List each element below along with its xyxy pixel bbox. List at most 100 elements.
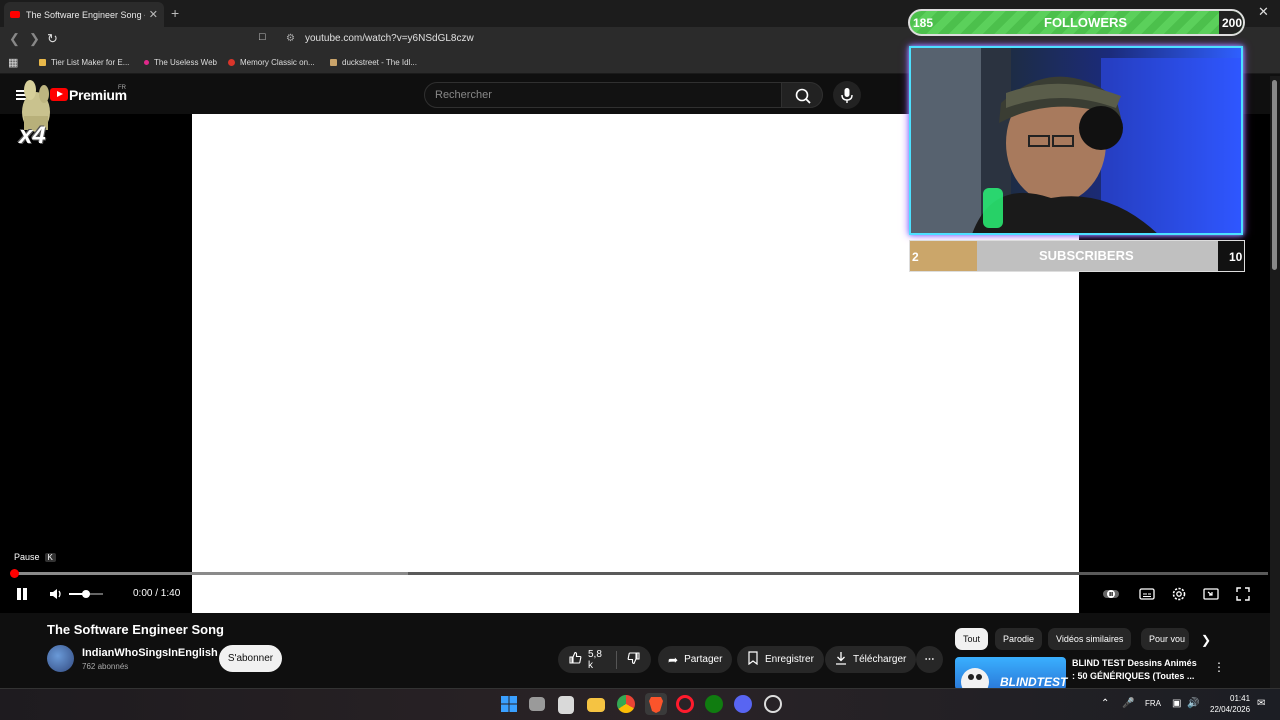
dislike-icon[interactable]: [627, 651, 641, 668]
volume-slider-handle[interactable]: [82, 590, 90, 598]
chips-next-icon[interactable]: ❯: [1201, 633, 1211, 647]
channel-avatar[interactable]: [47, 645, 74, 672]
chip-tout[interactable]: Tout: [955, 628, 989, 650]
tooltip-shortcut-key: K: [44, 552, 56, 562]
clock-time: 01:41: [1230, 694, 1251, 703]
window-close-icon[interactable]: ✕: [1258, 4, 1269, 20]
brave-icon[interactable]: [645, 693, 667, 715]
progress-scrubber[interactable]: [10, 569, 19, 578]
share-button[interactable]: ➦ Partager: [658, 646, 733, 673]
tab-title: The Software Engineer Song - Yo: [26, 9, 145, 20]
followers-current: 185: [913, 16, 934, 30]
followers-label: FOLLOWERS: [1044, 15, 1128, 30]
clock-date: 22/04/2026: [1210, 705, 1251, 714]
back-icon[interactable]: ❮: [9, 31, 20, 47]
like-count[interactable]: 5,8 k: [588, 649, 608, 671]
channel-name[interactable]: IndianWhoSingsInEnglish: [82, 647, 218, 659]
bookmark-tier-list[interactable]: Tier List Maker for E...: [39, 58, 129, 67]
autoplay-toggle-icon[interactable]: [1103, 586, 1119, 602]
discord-icon[interactable]: [734, 695, 752, 713]
like-dislike-group: 5,8 k: [558, 646, 651, 673]
browser-tab[interactable]: The Software Engineer Song - Yo ✕: [4, 2, 164, 27]
settings-icon[interactable]: [1171, 586, 1187, 602]
chip-parodie[interactable]: Parodie: [995, 628, 1043, 650]
like-divider: [616, 650, 617, 669]
chip-pour-vous[interactable]: Pour vou: [1141, 628, 1189, 650]
more-actions-icon[interactable]: ⋯: [916, 646, 943, 673]
bookmark-favicon-icon: [228, 59, 235, 66]
progress-buffered: [12, 572, 408, 575]
subscribers-goal: 10: [1229, 250, 1243, 264]
download-icon: [835, 651, 847, 668]
windows-start-icon[interactable]: [500, 695, 518, 713]
tab-close-icon[interactable]: ✕: [149, 8, 158, 21]
download-label: Télécharger: [853, 654, 907, 665]
pause-tooltip: Pause K: [14, 552, 56, 562]
microphone-tray-icon[interactable]: 🎤: [1122, 698, 1134, 709]
site-info-icon[interactable]: ⚙: [286, 33, 295, 44]
region-label: FR: [118, 85, 126, 91]
miniplayer-icon[interactable]: [1203, 586, 1219, 602]
tray-overflow-icon[interactable]: ⌃: [1101, 698, 1109, 709]
channel-subscriber-count: 762 abonnés: [82, 662, 129, 671]
recommendation-menu-icon[interactable]: ⋮: [1213, 660, 1225, 674]
pause-button[interactable]: [15, 587, 29, 601]
bookmark-favicon-icon: [330, 59, 337, 66]
share-icon: ➦: [668, 652, 679, 667]
voice-search-button[interactable]: [833, 81, 861, 109]
opera-icon[interactable]: [676, 695, 694, 713]
apps-grid-icon[interactable]: ▦: [8, 56, 18, 69]
url-field[interactable]: youtube.com/watch?v=y6NSdGL8czw: [305, 33, 474, 44]
download-button[interactable]: Télécharger: [825, 646, 917, 673]
forward-icon[interactable]: ❯: [29, 31, 40, 47]
like-icon[interactable]: [568, 651, 582, 668]
language-indicator[interactable]: FRA: [1145, 699, 1161, 708]
fullscreen-icon[interactable]: [1235, 586, 1251, 602]
chrome-icon[interactable]: [617, 695, 635, 713]
video-title: The Software Engineer Song: [47, 622, 224, 637]
subscribe-button[interactable]: S'abonner: [219, 645, 282, 672]
time-display: 0:00 / 1:40: [133, 588, 181, 599]
share-label: Partager: [684, 654, 723, 665]
app-icon[interactable]: [764, 695, 782, 713]
bookmark-icon[interactable]: □: [259, 31, 266, 43]
store-icon[interactable]: [558, 696, 574, 714]
bookmark-memory-classic[interactable]: Memory Classic on...: [228, 58, 315, 67]
search-button[interactable]: [781, 82, 823, 108]
subscribers-goal-fill: [910, 241, 977, 271]
task-view-icon[interactable]: [529, 697, 545, 711]
search-input[interactable]: Rechercher: [424, 82, 782, 108]
file-explorer-icon[interactable]: [587, 698, 605, 712]
scrollbar-thumb[interactable]: [1272, 80, 1277, 270]
pause-icon: [17, 588, 21, 600]
network-icon[interactable]: ▣: [1172, 698, 1181, 709]
webcam-overlay: [909, 46, 1243, 235]
bookmark-useless-web[interactable]: The Useless Web: [144, 58, 217, 67]
xbox-icon[interactable]: [705, 695, 723, 713]
reload-icon[interactable]: ↻: [47, 31, 58, 47]
youtube-favicon-icon: [10, 11, 20, 18]
microphone-icon: [841, 88, 853, 103]
clock[interactable]: 01:41 22/04/2026: [1210, 693, 1251, 715]
thumbnail-caption: BLINDTEST: [1000, 675, 1068, 689]
save-bookmark-icon: [747, 651, 759, 668]
recommendation-title[interactable]: BLIND TEST Dessins Animés : 50 GÉNÉRIQUE…: [1072, 657, 1202, 683]
volume-icon: [50, 589, 61, 599]
chip-videos-similaires[interactable]: Vidéos similaires: [1048, 628, 1132, 650]
subtitles-icon[interactable]: [1139, 586, 1155, 602]
subscribers-label: SUBSCRIBERS: [1039, 248, 1134, 263]
bookmark-duckstreet[interactable]: duckstreet - The Idl...: [330, 58, 417, 67]
multiplier-label: x4: [19, 122, 46, 149]
subscribers-current: 2: [912, 250, 919, 264]
new-tab-icon[interactable]: +: [171, 5, 179, 21]
speaker-icon[interactable]: 🔊: [1187, 698, 1199, 709]
streamer-webcam-icon: [911, 48, 1241, 233]
volume-button[interactable]: [48, 586, 64, 602]
notifications-icon[interactable]: ✉: [1257, 698, 1265, 709]
bookmark-favicon-icon: [39, 59, 46, 66]
followers-goal: 200: [1222, 16, 1243, 30]
windows-taskbar: [0, 688, 1280, 720]
search-icon: [795, 88, 811, 104]
save-button[interactable]: Enregistrer: [737, 646, 824, 673]
tooltip-label: Pause: [14, 552, 40, 562]
